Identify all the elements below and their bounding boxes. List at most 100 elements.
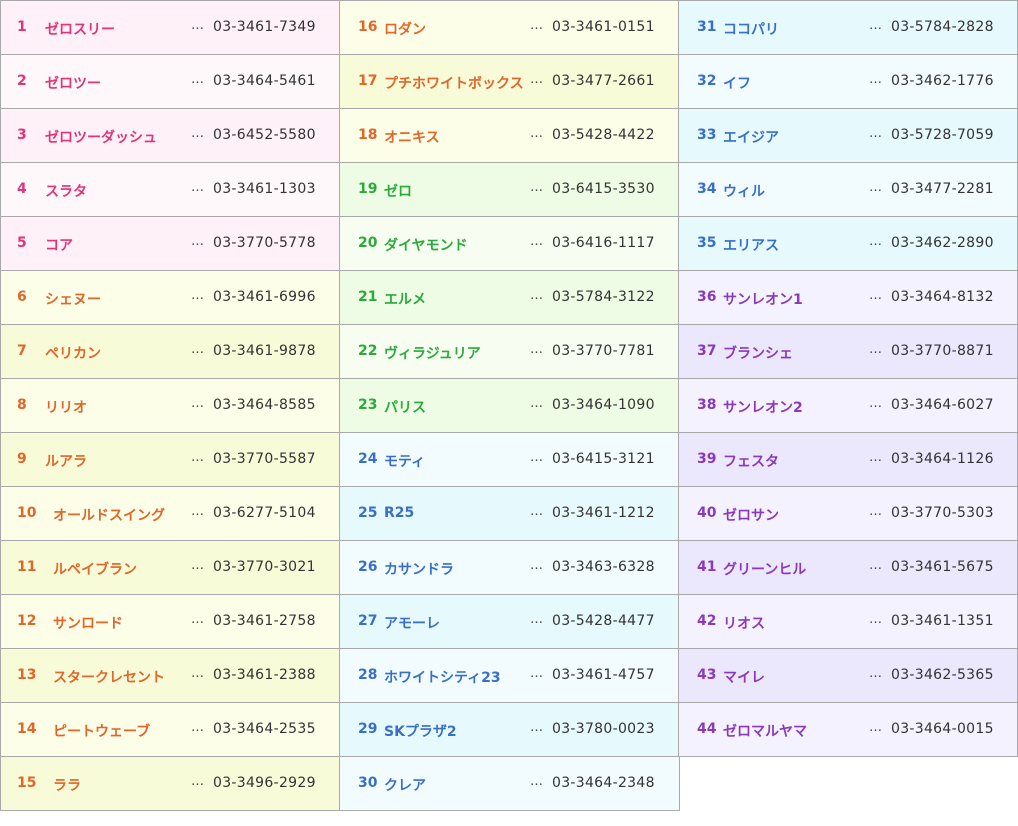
- entry-name: ゼロツーダッシュ: [45, 130, 157, 146]
- entry-phone-number: 03-3464-6027: [891, 397, 994, 413]
- leader-dots: …: [869, 18, 882, 33]
- entry-number: 41: [697, 559, 717, 575]
- directory-row: 33 エイジア … 03-5728-7059: [678, 108, 1018, 163]
- leader-dots: …: [530, 72, 543, 87]
- entry-phone-number: 03-3464-0015: [891, 721, 994, 737]
- directory-row: 2 ゼロツー … 03-3464-5461: [0, 54, 341, 109]
- entry-phone-number: 03-5428-4422: [552, 127, 655, 143]
- entry-phone-number: 03-5784-3122: [552, 289, 655, 305]
- directory-row: 15 ララ … 03-3496-2929: [0, 756, 341, 811]
- entry-name: アモーレ: [384, 616, 440, 632]
- entry-number: 26: [358, 559, 378, 575]
- entry-phone-number: 03-5728-7059: [891, 127, 994, 143]
- leader-dots: …: [191, 774, 204, 789]
- directory-row: 39 フェスタ … 03-3464-1126: [678, 432, 1018, 487]
- directory-row: 16 ロダン … 03-3461-0151: [339, 0, 680, 55]
- entry-name: パリス: [384, 400, 426, 416]
- directory-row: 24 モティ … 03-6415-3121: [339, 432, 680, 487]
- entry-number: 34: [697, 181, 717, 197]
- entry-phone-number: 03-3464-2535: [213, 721, 316, 737]
- entry-phone-number: 03-3461-1351: [891, 613, 994, 629]
- entry-number: 6: [17, 289, 27, 305]
- entry-name: ヴィラジュリア: [384, 346, 481, 362]
- entry-number: 17: [358, 73, 378, 89]
- entry-number: 18: [358, 127, 378, 143]
- leader-dots: …: [869, 558, 882, 573]
- directory-row: 41 グリーンヒル … 03-3461-5675: [678, 540, 1018, 595]
- directory-row: 17 プチホワイトボックス … 03-3477-2661: [339, 54, 680, 109]
- leader-dots: …: [869, 234, 882, 249]
- entry-phone-number: 03-3464-1126: [891, 451, 994, 467]
- leader-dots: …: [191, 720, 204, 735]
- entry-number: 20: [358, 235, 378, 251]
- entry-phone-number: 03-3461-4757: [552, 667, 655, 683]
- entry-number: 30: [358, 775, 378, 791]
- entry-phone-number: 03-6452-5580: [213, 127, 316, 143]
- entry-name: ココパリ: [723, 22, 779, 38]
- entry-number: 19: [358, 181, 378, 197]
- directory-row: 40 ゼロサン … 03-3770-5303: [678, 486, 1018, 541]
- entry-phone-number: 03-3770-7781: [552, 343, 655, 359]
- leader-dots: …: [530, 180, 543, 195]
- entry-name: ルペイブラン: [53, 562, 137, 578]
- entry-phone-number: 03-3464-8132: [891, 289, 994, 305]
- entry-name: ダイヤモンド: [384, 238, 468, 254]
- entry-phone-number: 03-5428-4477: [552, 613, 655, 629]
- leader-dots: …: [530, 612, 543, 627]
- entry-phone-number: 03-3496-2929: [213, 775, 316, 791]
- directory-row: 28 ホワイトシティ23 … 03-3461-4757: [339, 648, 680, 703]
- entry-phone-number: 03-3462-2890: [891, 235, 994, 251]
- directory-row: 34 ウィル … 03-3477-2281: [678, 162, 1018, 217]
- directory-row: 26 カサンドラ … 03-3463-6328: [339, 540, 680, 595]
- entry-name: クレア: [384, 778, 426, 794]
- entry-number: 4: [17, 181, 27, 197]
- leader-dots: …: [530, 396, 543, 411]
- entry-number: 12: [17, 613, 37, 629]
- entry-phone-number: 03-3461-5675: [891, 559, 994, 575]
- directory-row: 8 リリオ … 03-3464-8585: [0, 378, 341, 433]
- entry-number: 21: [358, 289, 378, 305]
- leader-dots: …: [869, 612, 882, 627]
- entry-name: ルアラ: [45, 454, 87, 470]
- entry-name: スタークレセント: [53, 670, 165, 686]
- entry-phone-number: 03-3461-6996: [213, 289, 316, 305]
- directory-row: 18 オニキス … 03-5428-4422: [339, 108, 680, 163]
- entry-number: 27: [358, 613, 378, 629]
- directory-row: 22 ヴィラジュリア … 03-3770-7781: [339, 324, 680, 379]
- directory-row: 5 コア … 03-3770-5778: [0, 216, 341, 271]
- entry-name: サンレオン2: [723, 400, 803, 416]
- entry-phone-number: 03-3461-9878: [213, 343, 316, 359]
- entry-phone-number: 03-6277-5104: [213, 505, 316, 521]
- leader-dots: …: [869, 72, 882, 87]
- entry-number: 15: [17, 775, 37, 791]
- leader-dots: …: [530, 504, 543, 519]
- directory-row: 25 R25 … 03-3461-1212: [339, 486, 680, 541]
- entry-phone-number: 03-3462-1776: [891, 73, 994, 89]
- entry-name: マイレ: [723, 670, 765, 686]
- leader-dots: …: [530, 450, 543, 465]
- entry-phone-number: 03-3464-5461: [213, 73, 316, 89]
- entry-number: 31: [697, 19, 717, 35]
- entry-name: イフ: [723, 76, 751, 92]
- entry-name: ペリカン: [45, 346, 101, 362]
- directory-row: 38 サンレオン2 … 03-3464-6027: [678, 378, 1018, 433]
- entry-name: ロダン: [384, 22, 426, 38]
- entry-number: 3: [17, 127, 27, 143]
- entry-phone-number: 03-3462-5365: [891, 667, 994, 683]
- entry-number: 13: [17, 667, 37, 683]
- directory-row: 44 ゼロマルヤマ … 03-3464-0015: [678, 702, 1018, 757]
- leader-dots: …: [869, 180, 882, 195]
- directory-row: 42 リオス … 03-3461-1351: [678, 594, 1018, 649]
- entry-phone-number: 03-3461-1303: [213, 181, 316, 197]
- entry-phone-number: 03-3461-2388: [213, 667, 316, 683]
- leader-dots: …: [869, 666, 882, 681]
- entry-phone-number: 03-6415-3530: [552, 181, 655, 197]
- leader-dots: …: [191, 504, 204, 519]
- directory-row: 20 ダイヤモンド … 03-6416-1117: [339, 216, 680, 271]
- directory-row: 10 オールドスイング … 03-6277-5104: [0, 486, 341, 541]
- entry-name: フェスタ: [723, 454, 779, 470]
- leader-dots: …: [191, 72, 204, 87]
- entry-phone-number: 03-6416-1117: [552, 235, 655, 251]
- entry-number: 37: [697, 343, 717, 359]
- leader-dots: …: [191, 18, 204, 33]
